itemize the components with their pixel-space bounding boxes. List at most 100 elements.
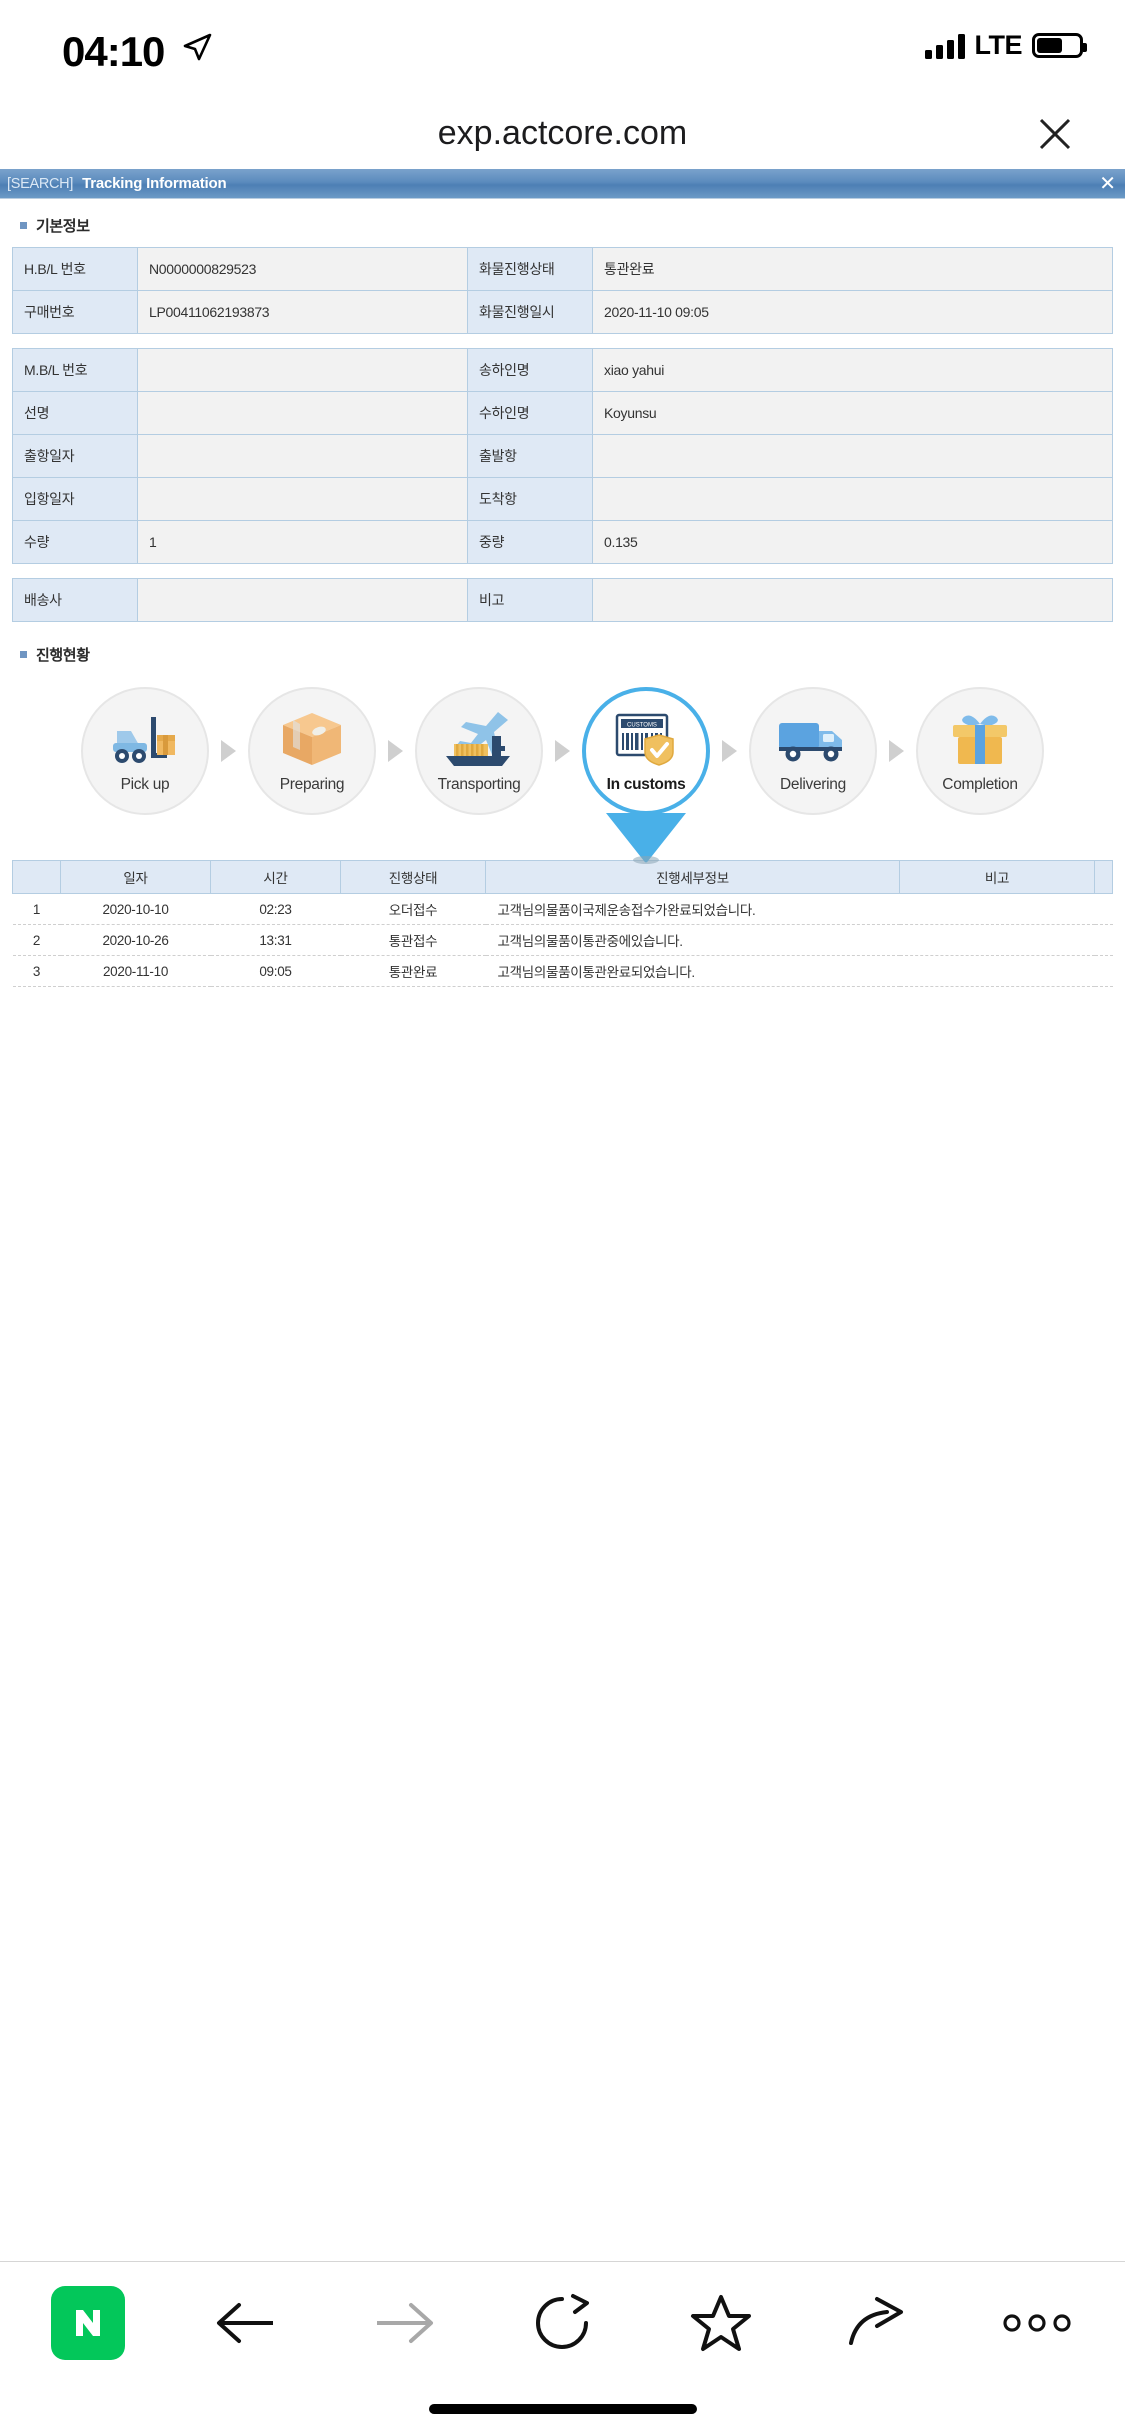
table-row: 구매번호 LP00411062193873 화물진행일시 2020-11-10 … <box>12 290 1113 334</box>
progress-step-label: Completion <box>942 775 1018 793</box>
reload-icon[interactable] <box>514 2275 610 2371</box>
progress-step-completion[interactable]: Completion <box>909 687 1052 815</box>
field-label: 수하인명 <box>467 391 593 435</box>
customs-barcode-shield-icon: CUSTOMS <box>613 709 679 769</box>
basic-info-table-3: 배송사 비고 <box>12 578 1113 622</box>
field-value <box>137 578 468 622</box>
basic-info-table-1: H.B/L 번호 N0000000829523 화물진행상태 통관완료 구매번호… <box>12 247 1113 334</box>
bullet-icon <box>20 651 27 658</box>
table-header-row: 일자 시간 진행상태 진행세부정보 비고 <box>12 860 1113 894</box>
field-label: M.B/L 번호 <box>12 348 138 392</box>
row-no: 1 <box>12 893 61 925</box>
field-value <box>592 578 1113 622</box>
row-status: 오더접수 <box>340 893 486 925</box>
naver-logo[interactable] <box>40 2275 136 2371</box>
field-label: 배송사 <box>12 578 138 622</box>
row-spacer <box>1094 924 1113 956</box>
row-detail: 고객님의물품이국제운송접수가완료되었습니다. <box>485 893 900 925</box>
battery-icon <box>1032 33 1087 58</box>
progress-step-transporting[interactable]: Transporting <box>408 687 551 815</box>
field-label: 비고 <box>467 578 593 622</box>
back-arrow-icon[interactable] <box>198 2275 294 2371</box>
table-row: 배송사 비고 <box>12 578 1113 622</box>
row-no: 3 <box>12 955 61 987</box>
row-note <box>899 955 1095 987</box>
field-label: 수량 <box>12 520 138 564</box>
row-note <box>899 893 1095 925</box>
field-label: 선명 <box>12 391 138 435</box>
row-time: 02:23 <box>210 893 341 925</box>
row-date: 2020-10-26 <box>60 924 211 956</box>
field-value <box>592 477 1113 521</box>
web-page-content: [SEARCH] Tracking Information ✕ 기본정보 H.B… <box>0 169 1125 987</box>
field-value: xiao yahui <box>592 348 1113 392</box>
progress-step-label: Transporting <box>437 775 521 793</box>
field-value <box>137 391 468 435</box>
table-row: 1 2020-10-10 02:23 오더접수 고객님의물품이국제운송접수가완료… <box>12 893 1113 925</box>
forklift-icon <box>109 709 181 769</box>
forward-arrow-icon[interactable] <box>356 2275 452 2371</box>
star-icon[interactable] <box>673 2275 769 2371</box>
progress-label: 진행현황 <box>36 647 90 664</box>
progress-step-label: Pick up <box>120 775 170 793</box>
row-detail: 고객님의물품이통관완료되었습니다. <box>485 955 900 987</box>
column-header-date: 일자 <box>60 860 211 894</box>
row-detail: 고객님의물품이통관중에있습니다. <box>485 924 900 956</box>
table-row: 선명 수하인명 Koyunsu <box>12 391 1113 435</box>
field-label: 중량 <box>467 520 593 564</box>
progress-step-preparing[interactable]: Preparing <box>241 687 384 815</box>
package-box-icon <box>279 709 345 769</box>
field-label: 출발항 <box>467 434 593 478</box>
table-row: 출항일자 출발항 <box>12 434 1113 478</box>
page-title-bar: [SEARCH] Tracking Information ✕ <box>0 169 1125 199</box>
table-row: 수량 1 중량 0.135 <box>12 520 1113 564</box>
tracking-history-table: 일자 시간 진행상태 진행세부정보 비고 1 2020-10-10 02:23 … <box>12 860 1113 987</box>
url-label[interactable]: exp.actcore.com <box>0 114 1125 153</box>
progress-heading: 진행현황 <box>20 644 1113 665</box>
step-arrow-icon <box>885 687 909 815</box>
status-time: 04:10 <box>62 28 165 75</box>
basic-info-table-2: M.B/L 번호 송하인명 xiao yahui 선명 수하인명 Koyunsu… <box>12 348 1113 564</box>
gift-box-icon <box>949 709 1011 769</box>
signal-bars-icon <box>924 33 965 59</box>
row-status: 통관완료 <box>340 955 486 987</box>
delivery-truck-icon <box>776 709 850 769</box>
row-time: 09:05 <box>210 955 341 987</box>
field-label: 화물진행일시 <box>467 290 593 334</box>
table-row: H.B/L 번호 N0000000829523 화물진행상태 통관완료 <box>12 247 1113 291</box>
progress-step-delivering[interactable]: Delivering <box>742 687 885 815</box>
column-header-detail: 진행세부정보 <box>485 860 900 894</box>
field-label: H.B/L 번호 <box>12 247 138 291</box>
column-header-no <box>12 860 61 894</box>
progress-step-label: In customs <box>606 775 686 793</box>
carrier-label: LTE <box>974 30 1023 60</box>
search-tag: [SEARCH] <box>7 175 74 192</box>
row-status: 통관접수 <box>340 924 486 956</box>
field-value: 0.135 <box>592 520 1113 564</box>
progress-step-in-customs[interactable]: CUSTOMS In customs <box>575 687 718 864</box>
column-header-time: 시간 <box>210 860 341 894</box>
field-label: 입항일자 <box>12 477 138 521</box>
table-row: 2 2020-10-26 13:31 통관접수 고객님의물품이통관중에있습니다. <box>12 924 1113 956</box>
location-arrow-icon <box>182 32 212 62</box>
progress-step-pickup[interactable]: Pick up <box>74 687 217 815</box>
page-title: Tracking Information <box>82 175 227 192</box>
progress-step-label: Delivering <box>780 775 846 793</box>
field-label: 구매번호 <box>12 290 138 334</box>
active-step-pin-marker <box>604 811 688 865</box>
close-icon[interactable] <box>1033 112 1077 156</box>
basic-info-heading: 기본정보 <box>20 215 1113 236</box>
field-label: 화물진행상태 <box>467 247 593 291</box>
more-dots-icon[interactable] <box>989 2275 1085 2371</box>
field-value: Koyunsu <box>592 391 1113 435</box>
field-label: 출항일자 <box>12 434 138 478</box>
table-row: M.B/L 번호 송하인명 xiao yahui <box>12 348 1113 392</box>
share-icon[interactable] <box>831 2275 927 2371</box>
column-header-spacer <box>1094 860 1113 894</box>
page-close-icon[interactable]: ✕ <box>1099 173 1116 193</box>
step-arrow-icon <box>384 687 408 815</box>
step-arrow-icon <box>217 687 241 815</box>
row-note <box>899 924 1095 956</box>
status-right-cluster: LTE <box>924 30 1087 61</box>
step-arrow-icon <box>718 687 742 815</box>
